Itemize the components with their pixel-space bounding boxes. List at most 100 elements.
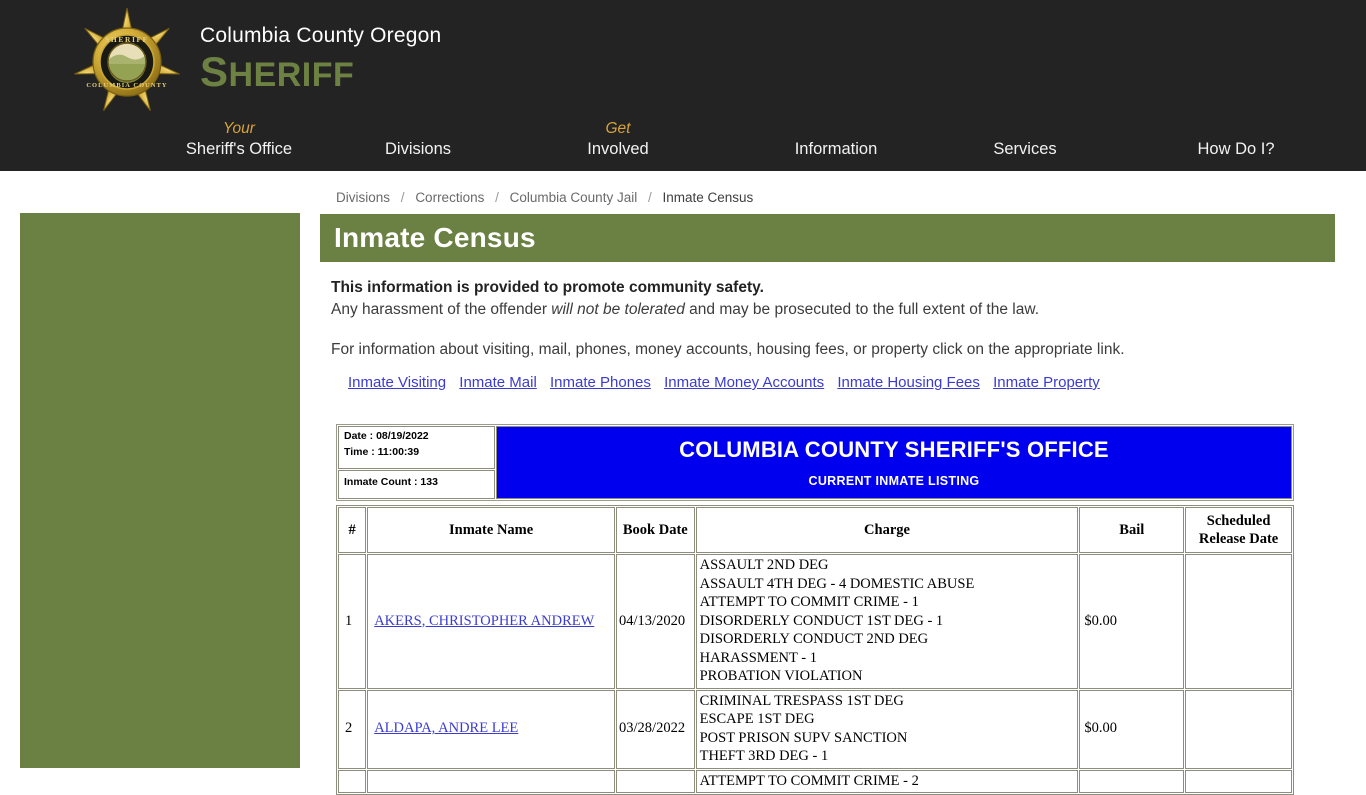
- intro-lead: This information is provided to promote …: [331, 279, 764, 296]
- sheriff-star-badge-icon: SHERIFF COLUMBIA COUNTY: [68, 6, 186, 118]
- link-inmate-money-accounts[interactable]: Inmate Money Accounts: [664, 374, 824, 391]
- nav-item-label: Sheriff's Office: [185, 140, 293, 158]
- table-row: 1 AKERS, CHRISTOPHER ANDREW 04/13/2020 ASSA…: [338, 554, 1292, 689]
- cell-book-date: [616, 769, 695, 793]
- report-date: Date : 08/19/2022: [344, 430, 429, 442]
- link-inmate-housing-fees[interactable]: Inmate Housing Fees: [837, 374, 980, 391]
- cell-row-number: 2: [338, 689, 367, 769]
- svg-text:COLUMBIA COUNTY: COLUMBIA COUNTY: [86, 82, 167, 89]
- charge-line: ASSAULT 4TH DEG - 4 DOMESTIC ABUSE: [699, 575, 975, 592]
- report-time: Time : 11:00:39: [344, 446, 420, 458]
- charge-line: CRIMINAL TRESPASS 1ST DEG: [699, 692, 904, 709]
- intro-subline: Any harassment of the offender will not …: [331, 300, 1331, 320]
- column-header-release-line2: Release Date: [1198, 531, 1279, 547]
- sidebar-panel: [20, 213, 300, 768]
- link-inmate-visiting[interactable]: Inmate Visiting: [348, 374, 446, 391]
- column-header-book-date[interactable]: Book Date: [616, 507, 695, 553]
- link-inmate-phones[interactable]: Inmate Phones: [550, 374, 651, 391]
- cell-inmate-name: ALDAPA, ANDRE LEE: [367, 689, 616, 769]
- charge-line: DISORDERLY CONDUCT 1ST DEG - 1: [699, 612, 944, 629]
- nav-item-prefix: [354, 119, 482, 139]
- column-header-scheduled-release-date[interactable]: Scheduled Release Date: [1185, 507, 1292, 553]
- cell-book-date: 03/28/2022: [616, 689, 695, 769]
- nav-item-services[interactable]: Services: [961, 119, 1089, 160]
- charge-line: ESCAPE 1ST DEG: [699, 711, 815, 727]
- breadcrumb-item-corrections[interactable]: Corrections: [415, 190, 484, 205]
- cell-row-number: 1: [338, 554, 367, 689]
- charge-line: ATTEMPT TO COMMIT CRIME - 1: [699, 594, 919, 610]
- cell-scheduled-release-date: [1185, 769, 1292, 793]
- inmate-census-table: # Inmate Name Book Date Charge Bail Sche…: [336, 505, 1294, 795]
- nav-item-divisions[interactable]: Divisions: [354, 119, 482, 160]
- intro-sub-italic: will not be tolerated: [551, 301, 685, 318]
- column-header-inmate-name[interactable]: Inmate Name: [367, 507, 616, 553]
- breadcrumb-separator: /: [495, 190, 499, 205]
- cell-charge: ATTEMPT TO COMMIT CRIME - 2: [695, 769, 1079, 793]
- intro-sub-after: and may be prosecuted to the full extent…: [684, 301, 1039, 318]
- intro-text: This information is provided to promote …: [331, 278, 1331, 360]
- breadcrumb-item-divisions[interactable]: Divisions: [336, 190, 390, 205]
- report-banner-cell: COLUMBIA COUNTY SHERIFF'S OFFICE CURRENT…: [496, 426, 1292, 499]
- nav-item-prefix: [1172, 119, 1300, 139]
- cell-inmate-name: [367, 769, 616, 793]
- charge-line: PROBATION VIOLATION: [699, 668, 863, 684]
- charge-line: POST PRISON SUPV SANCTION: [699, 729, 908, 746]
- nav-item-prefix: Your: [223, 120, 255, 137]
- breadcrumb-item-inmate-census: Inmate Census: [662, 190, 754, 205]
- intro-sub-before: Any harassment of the offender: [331, 301, 552, 318]
- charge-line: DISORDERLY CONDUCT 2ND DEG: [699, 631, 929, 647]
- main-navigation: Your Sheriff's Office Divisions Get Invo…: [0, 112, 1366, 171]
- table-row: ATTEMPT TO COMMIT CRIME - 2: [338, 769, 1292, 793]
- nav-item-how-do-i[interactable]: How Do I?: [1172, 119, 1300, 160]
- breadcrumb-separator: /: [647, 190, 652, 205]
- inmate-name-link[interactable]: AKERS, CHRISTOPHER ANDREW: [374, 613, 594, 629]
- brand-title: SHERIFF: [200, 50, 441, 104]
- breadcrumb-separator: /: [400, 190, 405, 205]
- cell-inmate-name: AKERS, CHRISTOPHER ANDREW: [367, 554, 616, 689]
- nav-item-sheriffs-office[interactable]: Your Sheriff's Office: [175, 119, 303, 160]
- cell-bail: $0.00: [1079, 689, 1185, 769]
- nav-item-prefix: Get: [605, 120, 631, 137]
- brand-title-rest: HERIFF: [228, 56, 355, 94]
- inmate-name-link[interactable]: ALDAPA, ANDRE LEE: [374, 720, 518, 736]
- column-header-charge[interactable]: Charge: [695, 507, 1079, 553]
- quick-links-row: Inmate Visiting Inmate Mail Inmate Phone…: [348, 374, 1308, 391]
- nav-item-label: How Do I?: [1197, 140, 1275, 158]
- site-brand[interactable]: SHERIFF COLUMBIA COUNTY Columbia County …: [68, 6, 441, 118]
- page-title-bar: Inmate Census: [320, 214, 1335, 262]
- cell-bail: [1079, 769, 1185, 793]
- brand-text: Columbia County Oregon SHERIFF: [200, 6, 441, 104]
- cell-charge: CRIMINAL TRESPASS 1ST DEG ESCAPE 1ST DEG P…: [695, 689, 1079, 769]
- nav-item-label: Information: [794, 140, 878, 158]
- cell-charge: ASSAULT 2ND DEG ASSAULT 4TH DEG - 4 DOMES…: [695, 554, 1079, 689]
- link-inmate-property[interactable]: Inmate Property: [993, 374, 1100, 391]
- nav-item-label: Services: [993, 140, 1057, 158]
- report-banner-subtitle: CURRENT INMATE LISTING: [808, 474, 980, 488]
- column-header-release-line1: Scheduled: [1206, 513, 1271, 529]
- nav-item-get-involved[interactable]: Get Involved: [554, 119, 682, 160]
- link-inmate-mail[interactable]: Inmate Mail: [459, 374, 537, 391]
- column-header-bail[interactable]: Bail: [1079, 507, 1185, 553]
- charge-line: HARASSMENT - 1: [699, 649, 817, 666]
- page-title: Inmate Census: [334, 222, 536, 253]
- cell-scheduled-release-date: [1185, 554, 1292, 689]
- column-header-number[interactable]: #: [338, 507, 367, 553]
- cell-row-number: [338, 769, 367, 793]
- nav-item-label: Divisions: [384, 140, 452, 158]
- report-inmate-count: Inmate Count : 133: [344, 475, 438, 488]
- breadcrumb-item-columbia-county-jail[interactable]: Columbia County Jail: [510, 190, 638, 205]
- brand-subtitle: Columbia County Oregon: [200, 24, 442, 47]
- table-body: 1 AKERS, CHRISTOPHER ANDREW 04/13/2020 ASSA…: [338, 554, 1292, 793]
- charge-line: ASSAULT 2ND DEG: [699, 557, 829, 573]
- nav-item-information[interactable]: Information: [772, 119, 900, 160]
- nav-item-prefix: [772, 119, 900, 139]
- table-row: 2 ALDAPA, ANDRE LEE 03/28/2022 CRIMINAL TRE…: [338, 689, 1292, 769]
- charge-line: ATTEMPT TO COMMIT CRIME - 2: [699, 772, 919, 789]
- charge-line: THEFT 3RD DEG - 1: [699, 748, 829, 764]
- inmate-report: Date : 08/19/2022 Time : 11:00:39 COLUMB…: [336, 424, 1294, 795]
- report-count-cell: Inmate Count : 133: [338, 469, 495, 499]
- nav-item-label: Involved: [587, 140, 649, 158]
- report-banner-table: Date : 08/19/2022 Time : 11:00:39 COLUMB…: [336, 424, 1294, 501]
- cell-book-date: 04/13/2020: [616, 554, 695, 689]
- report-banner-title: COLUMBIA COUNTY SHERIFF'S OFFICE: [679, 437, 1109, 462]
